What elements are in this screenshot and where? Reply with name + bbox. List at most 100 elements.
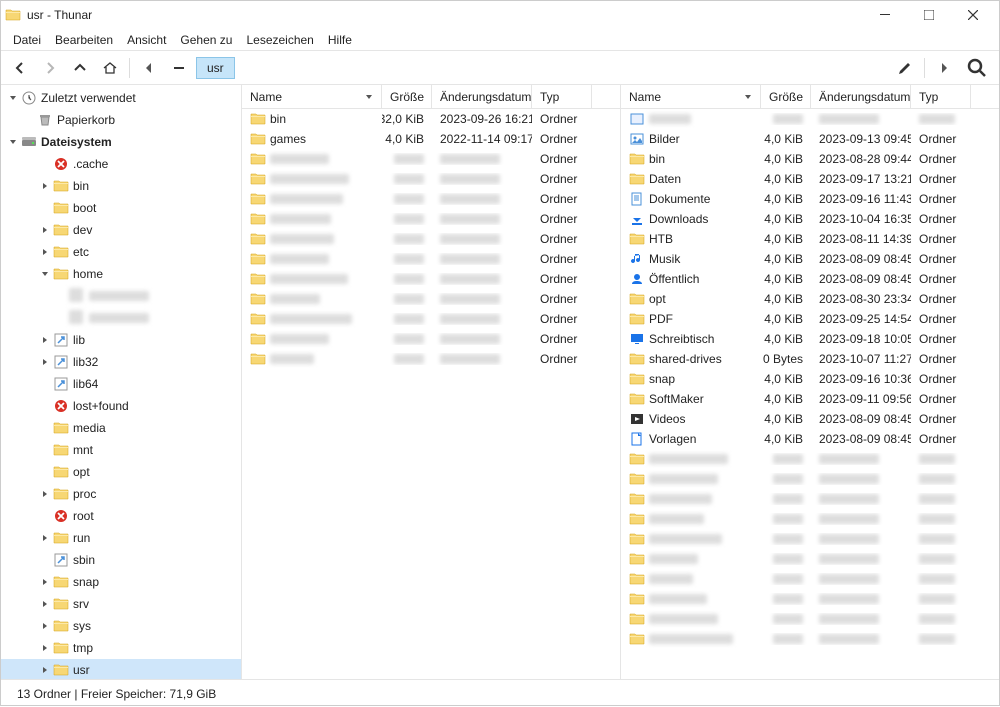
menu-lesezeichen[interactable]: Lesezeichen	[240, 31, 319, 49]
tree-node-Dateisystem[interactable]: Dateisystem	[1, 131, 241, 153]
expand-icon[interactable]	[39, 224, 51, 236]
file-row[interactable]: Öffentlich4,0 KiB2023-08-09 08:45:13Ordn…	[621, 269, 999, 289]
file-row[interactable]: shared-drives0 Bytes2023-10-07 11:27:29O…	[621, 349, 999, 369]
tree-node-Zuletzt verwendet[interactable]: Zuletzt verwendet	[1, 87, 241, 109]
expand-icon[interactable]	[39, 554, 51, 566]
search-button[interactable]: document.write(ICONS.search)	[961, 52, 993, 84]
expand-icon[interactable]	[39, 576, 51, 588]
file-list[interactable]: bin132,0 KiB2023-09-26 16:21:20Ordnergam…	[242, 109, 620, 679]
file-row[interactable]	[621, 549, 999, 569]
forward-button[interactable]: document.write(ICONS.chevR)	[37, 55, 63, 81]
file-row[interactable]	[621, 109, 999, 129]
file-row[interactable]: opt4,0 KiB2023-08-30 23:34:48Ordner	[621, 289, 999, 309]
tree-node-tmp[interactable]: tmp	[1, 637, 241, 659]
expand-icon[interactable]	[39, 620, 51, 632]
expand-icon[interactable]	[39, 598, 51, 610]
menu-hilfe[interactable]: Hilfe	[322, 31, 358, 49]
expand-icon[interactable]	[39, 510, 51, 522]
file-row[interactable]: Ordner	[242, 269, 620, 289]
expand-icon[interactable]	[23, 114, 35, 126]
close-button[interactable]: document.write(ICONS.winclose)	[951, 1, 995, 29]
expand-icon[interactable]	[39, 642, 51, 654]
drive-icon[interactable]: document.write(ICONS.minus)	[166, 55, 192, 81]
tree-node-opt[interactable]: opt	[1, 461, 241, 483]
file-row[interactable]: Videos4,0 KiB2023-08-09 08:45:13Ordner	[621, 409, 999, 429]
tree-node-.cache[interactable]: .cache	[1, 153, 241, 175]
file-row[interactable]: Vorlagen4,0 KiB2023-08-09 08:45:13Ordner	[621, 429, 999, 449]
menu-ansicht[interactable]: Ansicht	[121, 31, 172, 49]
tree-node-blurred[interactable]	[1, 285, 241, 307]
tree-node-lib32[interactable]: lib32	[1, 351, 241, 373]
maximize-button[interactable]: document.write(ICONS.winmax)	[907, 1, 951, 29]
col-date[interactable]: Änderungsdatum	[432, 85, 532, 108]
file-row[interactable]: Daten4,0 KiB2023-09-17 13:21:26Ordner	[621, 169, 999, 189]
tree-node-lib[interactable]: lib	[1, 329, 241, 351]
expand-icon[interactable]	[39, 334, 51, 346]
file-row[interactable]	[621, 589, 999, 609]
file-row[interactable]	[621, 629, 999, 649]
file-row[interactable]: Bilder4,0 KiB2023-09-13 09:45:19Ordner	[621, 129, 999, 149]
tree-node-boot[interactable]: boot	[1, 197, 241, 219]
menu-bearbeiten[interactable]: Bearbeiten	[49, 31, 119, 49]
file-row[interactable]: SoftMaker4,0 KiB2023-09-11 09:56:50Ordne…	[621, 389, 999, 409]
expand-icon[interactable]	[39, 466, 51, 478]
expand-icon[interactable]	[39, 246, 51, 258]
tree-node-srv[interactable]: srv	[1, 593, 241, 615]
file-row[interactable]	[621, 509, 999, 529]
file-row[interactable]	[621, 489, 999, 509]
expand-icon[interactable]	[7, 92, 19, 104]
file-row[interactable]: Downloads4,0 KiB2023-10-04 16:35:45Ordne…	[621, 209, 999, 229]
file-row[interactable]: Ordner	[242, 349, 620, 369]
expand-icon[interactable]	[39, 180, 51, 192]
col-name[interactable]: Name	[621, 85, 761, 108]
col-type[interactable]: Typ	[911, 85, 971, 108]
file-row[interactable]: Ordner	[242, 189, 620, 209]
minimize-button[interactable]: document.write(ICONS.winmin)	[863, 1, 907, 29]
col-name[interactable]: Name	[242, 85, 382, 108]
tree-node-proc[interactable]: proc	[1, 483, 241, 505]
expand-icon[interactable]	[39, 532, 51, 544]
expand-icon[interactable]	[39, 664, 51, 676]
expand-icon[interactable]	[39, 444, 51, 456]
tree-node-usr[interactable]: usr	[1, 659, 241, 679]
file-row[interactable]	[621, 609, 999, 629]
file-row[interactable]: HTB4,0 KiB2023-08-11 14:39:10Ordner	[621, 229, 999, 249]
tree-node-root[interactable]: root	[1, 505, 241, 527]
file-row[interactable]: Ordner	[242, 229, 620, 249]
tree-node-sbin[interactable]: sbin	[1, 549, 241, 571]
file-row[interactable]	[621, 469, 999, 489]
expand-icon[interactable]	[55, 312, 67, 324]
file-row[interactable]: Ordner	[242, 329, 620, 349]
tree-node-bin[interactable]: bin	[1, 175, 241, 197]
tree-node-dev[interactable]: dev	[1, 219, 241, 241]
file-row[interactable]: Musik4,0 KiB2023-08-09 08:45:13Ordner	[621, 249, 999, 269]
col-date[interactable]: Änderungsdatum	[811, 85, 911, 108]
file-row[interactable]: snap4,0 KiB2023-09-16 10:36:57Ordner	[621, 369, 999, 389]
nav-right-icon[interactable]	[931, 55, 957, 81]
col-type[interactable]: Typ	[532, 85, 592, 108]
tree-node-mnt[interactable]: mnt	[1, 439, 241, 461]
file-row[interactable]: Ordner	[242, 249, 620, 269]
file-row[interactable]: Ordner	[242, 209, 620, 229]
file-row[interactable]	[621, 529, 999, 549]
file-row[interactable]: Schreibtisch4,0 KiB2023-09-18 10:05:01Or…	[621, 329, 999, 349]
file-row[interactable]: games4,0 KiB2022-11-14 09:17:08Ordner	[242, 129, 620, 149]
menu-gehen zu[interactable]: Gehen zu	[174, 31, 238, 49]
tree-node-lib64[interactable]: lib64	[1, 373, 241, 395]
up-button[interactable]: document.write(ICONS.chevU)	[67, 55, 93, 81]
expand-icon[interactable]	[39, 158, 51, 170]
file-list[interactable]: Bilder4,0 KiB2023-09-13 09:45:19Ordnerbi…	[621, 109, 999, 679]
expand-icon[interactable]	[39, 422, 51, 434]
tree-node-blurred[interactable]	[1, 307, 241, 329]
back-button[interactable]: document.write(ICONS.chevL)	[7, 55, 33, 81]
file-row[interactable]: bin132,0 KiB2023-09-26 16:21:20Ordner	[242, 109, 620, 129]
file-row[interactable]: bin4,0 KiB2023-08-28 09:44:36Ordner	[621, 149, 999, 169]
col-size[interactable]: Größe	[761, 85, 811, 108]
file-row[interactable]: PDF4,0 KiB2023-09-25 14:54:09Ordner	[621, 309, 999, 329]
file-row[interactable]: Ordner	[242, 309, 620, 329]
file-row[interactable]	[621, 449, 999, 469]
expand-icon[interactable]	[55, 290, 67, 302]
expand-icon[interactable]	[39, 488, 51, 500]
col-size[interactable]: Größe	[382, 85, 432, 108]
tree-node-run[interactable]: run	[1, 527, 241, 549]
